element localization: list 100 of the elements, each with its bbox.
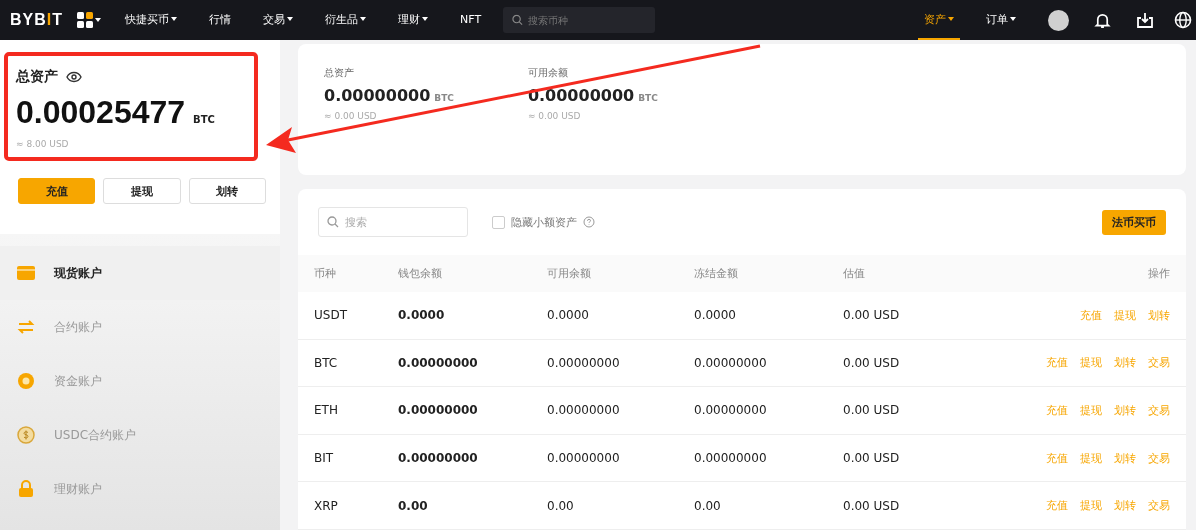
table-cell-text: 0.00000000 (398, 355, 479, 370)
action-link[interactable]: 划转 (1114, 355, 1136, 371)
apps-grid-icon[interactable] (77, 12, 101, 28)
total-amount: 0.00025477 (16, 94, 186, 131)
usd-value: ≈ 0.00 USD (527, 111, 582, 121)
column-header: 估值 (843, 266, 866, 281)
table-cell-text: 0.00000000 (398, 403, 479, 418)
nav-menu-item[interactable]: 订单 (980, 0, 1022, 40)
dollar-coin-icon (16, 425, 36, 445)
table-cell-text: 0.00000000 (694, 403, 768, 418)
nav-menu-item[interactable]: 衍生品 (319, 0, 372, 40)
nav-menu-item[interactable]: 资产 (918, 0, 960, 40)
action-link[interactable]: 提现 (1080, 498, 1102, 514)
table-cell-text: 0.00000000 (398, 451, 479, 466)
card-icon (16, 263, 36, 283)
sidebar-label: USDC合约账户 (54, 426, 137, 444)
nav-menu-item[interactable]: 快捷买币 (119, 0, 183, 40)
sidebar-item[interactable]: 理财账户 (0, 462, 280, 516)
overview-label: 可用余额 (527, 66, 569, 80)
action-link[interactable]: 提现 (1080, 402, 1102, 418)
table-cell-text: BTC (314, 355, 339, 370)
action-link[interactable]: 交易 (1148, 498, 1170, 514)
action-link[interactable]: 划转 (1114, 402, 1136, 418)
usd-value: ≈ 0.00 USD (324, 111, 378, 121)
sidebar-label: 现货账户 (54, 264, 102, 282)
action-link[interactable]: 划转 (1114, 498, 1136, 514)
sidebar-label: 理财账户 (54, 480, 102, 498)
action-link[interactable]: 提现 (1080, 450, 1102, 466)
download-icon[interactable] (1136, 11, 1154, 29)
currency-unit: BTC (638, 93, 658, 103)
table-cell-text: 0.00000000 (694, 355, 768, 370)
action-button[interactable]: 充值 (18, 178, 96, 204)
column-header: 钱包余额 (398, 266, 443, 281)
table-cell-text: 0.00 USD (843, 498, 901, 513)
table-cell-text: 0.00000000 (547, 403, 621, 418)
avatar[interactable] (1048, 9, 1069, 31)
checkbox-label: 隐藏小额资产 (511, 214, 577, 230)
table-cell-text: 0.00 USD (843, 355, 901, 370)
overview-label: 总资产 (324, 66, 355, 80)
column-header: 操作 (1147, 266, 1170, 281)
bell-icon[interactable] (1094, 11, 1111, 29)
action-link[interactable]: 划转 (1148, 307, 1170, 323)
action-link[interactable]: 提现 (1114, 307, 1136, 323)
sidebar-label: 资金账户 (54, 372, 102, 390)
buy-crypto-button[interactable]: 法币买币 (1102, 209, 1166, 235)
column-header: 可用余额 (547, 266, 592, 281)
search-icon (512, 14, 524, 26)
action-link[interactable]: 充值 (1080, 307, 1102, 323)
action-link[interactable]: 提现 (1080, 355, 1102, 371)
action-link[interactable]: 充值 (1046, 355, 1068, 371)
checkbox[interactable] (492, 215, 505, 229)
table-cell-text: 0.00 (694, 498, 722, 513)
nav-menu-item[interactable]: NFT (454, 0, 488, 40)
table-cell-text: ETH (314, 403, 339, 418)
sidebar-label: 合约账户 (54, 318, 102, 336)
nav-menu-item[interactable]: 交易 (257, 0, 299, 40)
action-link[interactable]: 交易 (1148, 355, 1170, 371)
search-icon (327, 216, 339, 228)
table-cell-text: 0.00000000 (694, 451, 768, 466)
table-cell-text: 0.00 USD (843, 403, 901, 418)
lock-icon (16, 479, 36, 499)
sidebar-item[interactable]: 资金账户 (0, 354, 280, 408)
action-link[interactable]: 充值 (1046, 498, 1068, 514)
table-cell-text: 0.00 USD (843, 451, 901, 466)
total-assets-title: 总资产 (16, 68, 58, 86)
table-cell-text: 0.00 (398, 498, 429, 513)
column-header: 币种 (314, 266, 337, 281)
table-cell-text: USDT (314, 308, 348, 323)
table-cell-text: 0.0000 (547, 308, 590, 323)
table-cell-text: BIT (314, 451, 335, 466)
action-button[interactable]: 划转 (188, 178, 266, 204)
table-cell-text: 0.00000000 (547, 355, 621, 370)
eye-icon[interactable] (66, 71, 82, 83)
table-cell-text: 0.00 USD (843, 308, 901, 323)
action-link[interactable]: 划转 (1114, 450, 1136, 466)
table-cell-text: 0.0000 (398, 308, 446, 323)
search-field[interactable]: 搜索币种 (503, 7, 656, 33)
sidebar-item[interactable]: USDC合约账户 (0, 408, 280, 462)
action-link[interactable]: 充值 (1046, 450, 1068, 466)
table-cell-text: 0.0000 (694, 308, 737, 323)
currency-unit: BTC (193, 114, 215, 125)
action-link[interactable]: 交易 (1148, 450, 1170, 466)
logo[interactable]: BYBIT (10, 11, 63, 29)
usd-value: ≈ 8.00 USD (16, 139, 70, 149)
currency-unit: BTC (434, 93, 454, 103)
overview-amount: 0.00000000 (324, 86, 431, 105)
globe-icon[interactable] (1174, 11, 1192, 29)
table-cell-text: XRP (314, 498, 339, 513)
search-field[interactable]: 搜索 (318, 207, 468, 237)
overview-amount: 0.00000000 (527, 86, 635, 105)
action-link[interactable]: 充值 (1046, 402, 1068, 418)
action-link[interactable]: 交易 (1148, 402, 1170, 418)
table-cell-text: 0.00000000 (547, 451, 621, 466)
column-header: 冻结金额 (694, 266, 739, 281)
table-cell-text: 0.00 (547, 498, 575, 513)
coin-icon (16, 371, 36, 391)
nav-menu-item[interactable]: 行情 (203, 0, 237, 40)
nav-menu-item[interactable]: 理财 (392, 0, 434, 40)
action-button[interactable]: 提现 (103, 178, 181, 204)
sidebar-item[interactable]: 合约账户 (0, 300, 280, 354)
